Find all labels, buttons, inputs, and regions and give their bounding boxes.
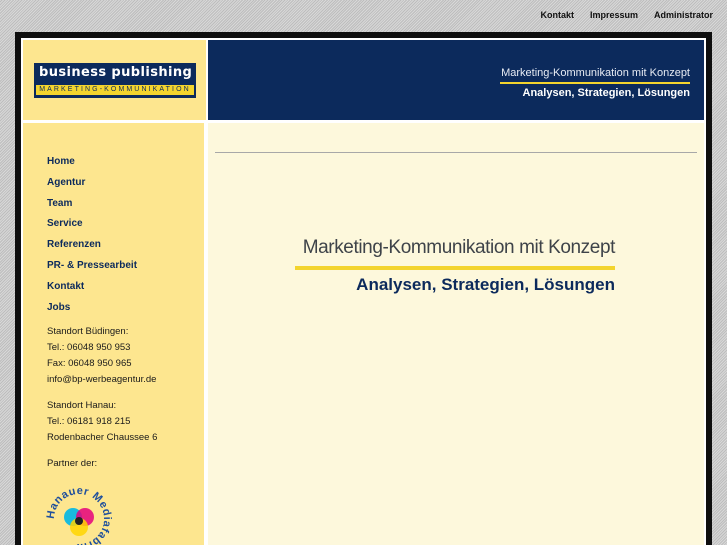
contact-hanau-street: Rodenbacher Chaussee 6 [47,432,158,443]
nav-item-jobs: Jobs [47,297,137,318]
nav-link-service[interactable]: Service [47,218,83,229]
nav-link-team[interactable]: Team [47,198,72,209]
nav-link-kontakt[interactable]: Kontakt [47,281,84,292]
black-center-circle [75,517,83,525]
business-publishing-logo[interactable]: business publishing MARKETING-KOMMUNIKAT… [34,63,196,98]
contact-buedingen: Standort Büdingen: Tel.: 06048 950 953 F… [47,324,156,388]
contact-hanau: Standort Hanau: Tel.: 06181 918 215 Rode… [47,398,157,446]
header-banner: Marketing-Kommunikation mit Konzept Anal… [208,40,704,120]
page-frame: business publishing MARKETING-KOMMUNIKAT… [15,32,712,545]
hero-line1: Marketing-Kommunikation mit Konzept [302,237,616,258]
contact-buedingen-tel: Tel.: 06048 950 953 [47,342,131,353]
logo-subtitle: MARKETING-KOMMUNIKATION [39,86,191,93]
nav-item-kontakt: Kontakt [47,276,137,297]
nav-link-referenzen[interactable]: Referenzen [47,239,101,250]
hero-rule [295,266,615,270]
contact-hanau-title: Standort Hanau: [47,400,117,411]
contact-buedingen-title: Standort Büdingen: [47,326,129,337]
header-tagline: Marketing-Kommunikation mit Konzept [501,67,690,79]
nav-item-pr: PR- & Pressearbeit [47,255,137,276]
nav-link-agentur[interactable]: Agentur [47,177,85,188]
hero-line2: Analysen, Strategien, Lösungen [356,275,615,294]
nav-item-service: Service [47,213,137,234]
nav-item-referenzen: Referenzen [47,234,137,255]
topnav-administrator-link[interactable]: Administrator [654,10,713,20]
nav-link-pr[interactable]: PR- & Pressearbeit [47,260,137,271]
nav-item-home: Home [47,151,137,172]
logo-area: business publishing MARKETING-KOMMUNIKAT… [23,40,206,120]
content-divider [215,152,697,153]
topnav-impressum-link[interactable]: Impressum [590,10,638,20]
sidebar: Home Agentur Team Service Referenzen PR-… [23,123,204,545]
hanauer-mediafabrik-logo[interactable]: Hanauer Mediafabrik [43,483,115,545]
partner-label: Partner der: [47,458,98,469]
top-nav: Kontakt Impressum Administrator [540,10,713,20]
nav-item-agentur: Agentur [47,172,137,193]
logo-title: business publishing [39,65,193,80]
nav-item-team: Team [47,193,137,214]
contact-hanau-tel: Tel.: 06181 918 215 [47,416,131,427]
contact-email-link[interactable]: info@bp-werbeagentur.de [47,374,156,385]
main-nav: Home Agentur Team Service Referenzen PR-… [47,151,137,317]
header-rule [500,82,690,84]
content-area: Marketing-Kommunikation mit Konzept Anal… [208,123,704,545]
header-subtagline: Analysen, Strategien, Lösungen [522,87,690,99]
contact-buedingen-fax: Fax: 06048 950 965 [47,358,132,369]
nav-link-home[interactable]: Home [47,156,75,167]
topnav-kontakt-link[interactable]: Kontakt [540,10,574,20]
nav-link-jobs[interactable]: Jobs [47,302,70,313]
logo-subtitle-bar: MARKETING-KOMMUNIKATION [36,85,194,95]
hero-slogan: Marketing-Kommunikation mit Konzept Anal… [295,237,615,303]
page-inner: business publishing MARKETING-KOMMUNIKAT… [21,38,706,545]
